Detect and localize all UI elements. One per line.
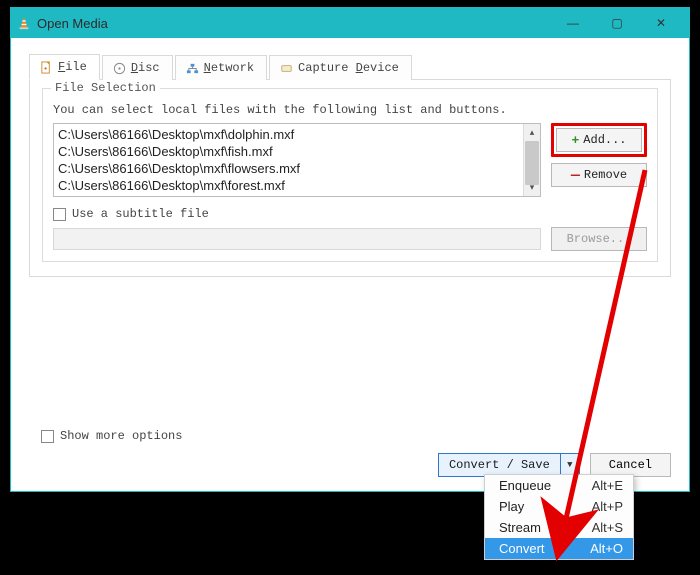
titlebar[interactable]: Open Media — ▢ ✕ <box>11 8 689 38</box>
scroll-up-icon[interactable]: ▴ <box>524 124 540 141</box>
disc-icon <box>113 62 126 75</box>
menu-item-enqueue[interactable]: EnqueueAlt+E <box>485 475 633 496</box>
scroll-track[interactable] <box>524 141 540 179</box>
list-item[interactable]: C:\Users\86166\Desktop\mxf\flowsers.mxf <box>58 160 519 177</box>
file-icon <box>40 61 53 74</box>
minimize-button[interactable]: — <box>551 10 595 36</box>
add-button[interactable]: + Add... <box>556 128 642 152</box>
file-panel: File Selection You can select local file… <box>29 80 671 277</box>
browse-button: Browse... <box>551 227 647 251</box>
window-title: Open Media <box>37 16 108 31</box>
minus-icon: — <box>571 171 580 180</box>
plus-icon: + <box>571 134 579 147</box>
tab-file[interactable]: File <box>29 54 100 80</box>
more-options-label: Show more options <box>60 429 182 443</box>
subtitle-checkbox[interactable] <box>53 208 66 221</box>
subtitle-path-input <box>53 228 541 250</box>
group-title: File Selection <box>51 81 160 95</box>
tab-disc[interactable]: Disc <box>102 55 173 80</box>
menu-item-stream[interactable]: StreamAlt+S <box>485 517 633 538</box>
convert-save-menu: EnqueueAlt+E PlayAlt+P StreamAlt+S Conve… <box>484 474 634 560</box>
tab-network[interactable]: Network <box>175 55 267 80</box>
close-button[interactable]: ✕ <box>639 10 683 36</box>
open-media-window: Open Media — ▢ ✕ File Disc Network Captu… <box>10 7 690 492</box>
list-item[interactable]: C:\Users\86166\Desktop\mxf\fish.mxf <box>58 143 519 160</box>
list-item[interactable]: C:\Users\86166\Desktop\mxf\forest.mxf <box>58 177 519 194</box>
client-area: File Disc Network Capture Device File Se… <box>11 38 689 491</box>
tabs: File Disc Network Capture Device <box>29 50 671 80</box>
file-selection-group: File Selection You can select local file… <box>42 88 658 262</box>
more-options-checkbox[interactable] <box>41 430 54 443</box>
add-button-highlight: + Add... <box>551 123 647 157</box>
maximize-button[interactable]: ▢ <box>595 10 639 36</box>
group-description: You can select local files with the foll… <box>53 103 647 117</box>
scrollbar[interactable]: ▴ ▾ <box>523 124 540 196</box>
capture-device-icon <box>280 62 293 75</box>
remove-button[interactable]: — Remove <box>551 163 647 187</box>
vlc-cone-icon <box>17 16 31 30</box>
convert-save-dropdown-icon[interactable]: ▼ <box>561 454 579 476</box>
subtitle-checkbox-label: Use a subtitle file <box>72 207 209 221</box>
scroll-thumb[interactable] <box>525 141 539 185</box>
tab-capture-device[interactable]: Capture Device <box>269 55 412 80</box>
list-item[interactable]: C:\Users\86166\Desktop\mxf\dolphin.mxf <box>58 126 519 143</box>
tab-label: File <box>58 60 87 74</box>
tab-label: Capture Device <box>298 61 399 75</box>
tab-label: Disc <box>131 61 160 75</box>
tab-label: Network <box>204 61 254 75</box>
file-list[interactable]: C:\Users\86166\Desktop\mxf\dolphin.mxf C… <box>53 123 541 197</box>
menu-item-play[interactable]: PlayAlt+P <box>485 496 633 517</box>
network-icon <box>186 62 199 75</box>
menu-item-convert[interactable]: ConvertAlt+O <box>485 538 633 559</box>
